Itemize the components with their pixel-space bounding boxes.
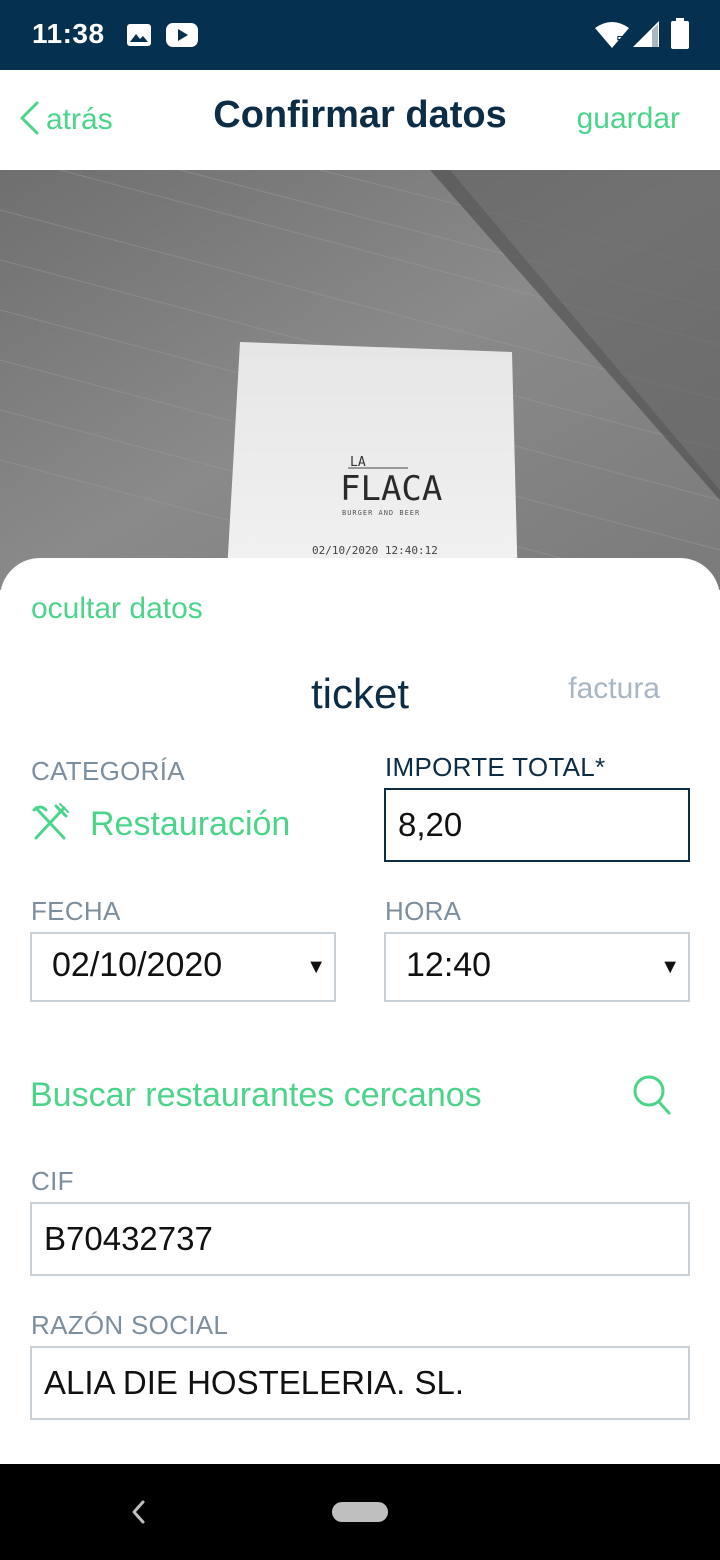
cif-value: B70432737 <box>44 1220 213 1257</box>
status-time: 11:38 <box>32 18 105 49</box>
category-selector[interactable]: Restauración <box>30 802 290 847</box>
nav-back-icon[interactable] <box>128 1498 148 1531</box>
category-value: Restauración <box>90 805 291 843</box>
signal-icon <box>632 20 660 53</box>
amount-label: IMPORTE TOTAL* <box>385 752 606 782</box>
tab-factura[interactable]: factura <box>568 672 660 706</box>
date-label: FECHA <box>31 896 121 926</box>
dropdown-arrow-icon: ▼ <box>306 956 326 978</box>
wifi-icon: 5 <box>594 20 630 55</box>
date-select[interactable]: 02/10/2020 ▼ <box>30 932 336 1002</box>
youtube-icon <box>166 22 198 53</box>
amount-input[interactable]: 8,20 <box>384 788 690 862</box>
search-icon[interactable] <box>632 1074 672 1121</box>
time-label: HORA <box>385 896 462 926</box>
receipt-brand-line2: FLACA <box>340 469 442 509</box>
system-nav-bar <box>0 1464 720 1560</box>
app-header: atrás Confirmar datos guardar <box>0 70 720 170</box>
receipt-datetime: 02/10/2020 12:40:12 <box>312 544 438 557</box>
cif-label: CIF <box>31 1166 74 1196</box>
cif-input[interactable]: B70432737 <box>30 1202 690 1276</box>
search-nearby-label: Buscar restaurantes cercanos <box>30 1076 482 1114</box>
wifi-badge: 5 <box>616 34 624 48</box>
status-bar: 11:38 5 <box>0 0 720 70</box>
company-input[interactable]: ALIA DIE HOSTELERIA. SL. <box>30 1346 690 1420</box>
save-button[interactable]: guardar <box>577 102 680 136</box>
company-label: RAZÓN SOCIAL <box>31 1310 229 1340</box>
date-value: 02/10/2020 <box>52 946 223 984</box>
dropdown-arrow-icon: ▼ <box>660 956 680 978</box>
battery-icon <box>670 18 690 55</box>
nav-home-pill[interactable] <box>332 1502 388 1522</box>
fork-knife-icon <box>30 802 70 847</box>
search-nearby-restaurants[interactable]: Buscar restaurantes cercanos <box>30 1074 690 1124</box>
category-label: CATEGORÍA <box>31 756 185 786</box>
image-icon <box>126 22 152 53</box>
time-value: 12:40 <box>406 946 492 984</box>
hide-data-link[interactable]: ocultar datos <box>31 592 203 626</box>
amount-value: 8,20 <box>398 806 463 843</box>
data-sheet: ocultar datos ticket factura CATEGORÍA R… <box>0 558 720 1464</box>
receipt-photo: LA FLACA BURGER AND BEER 02/10/2020 12:4… <box>0 170 720 590</box>
company-value: ALIA DIE HOSTELERIA. SL. <box>44 1364 464 1401</box>
receipt-subtitle: BURGER AND BEER <box>342 509 420 517</box>
time-select[interactable]: 12:40 ▼ <box>384 932 690 1002</box>
